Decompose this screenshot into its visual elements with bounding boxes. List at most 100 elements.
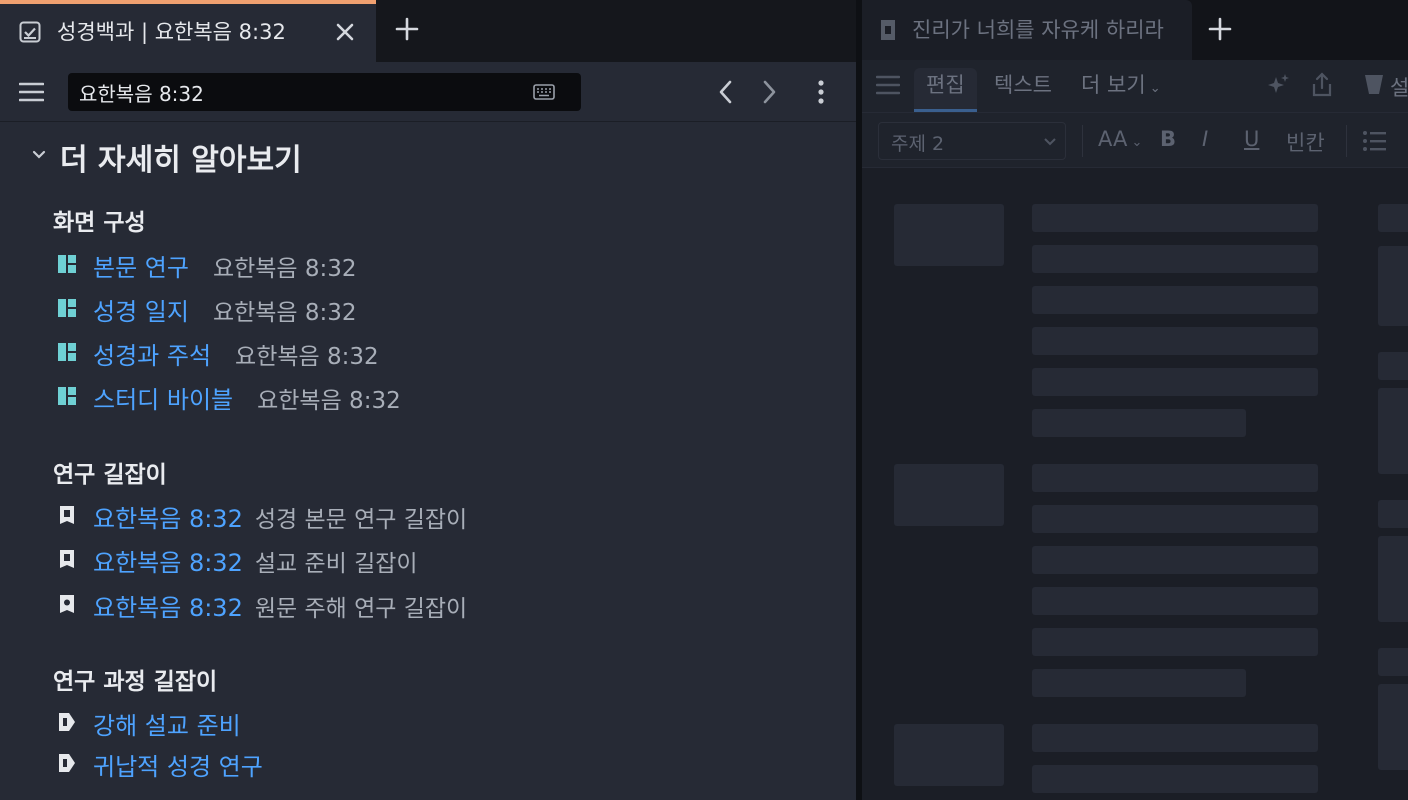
guide-icon — [60, 550, 74, 568]
layout-icon — [58, 343, 76, 361]
panel-reference: 요한복음 8:32 — [235, 344, 379, 370]
guide-link[interactable]: 요한복음 8:32 원문 주해 연구 길잡이 — [93, 588, 467, 623]
tab-text[interactable]: 텍스트 — [982, 68, 1064, 112]
panel-link[interactable]: 성경 일지 요한복음 8:32 — [93, 292, 357, 327]
guide-description: 성경 본문 연구 길잡이 — [254, 507, 468, 533]
keyboard-icon[interactable] — [533, 84, 555, 100]
guide-link[interactable]: 요한복음 8:32 설교 준비 길잡이 — [93, 543, 418, 578]
skeleton-block — [1378, 246, 1408, 326]
group-title: 화면 구성 — [53, 210, 146, 236]
highlight-bucket-icon[interactable] — [1362, 72, 1386, 98]
skeleton-line — [1032, 368, 1318, 396]
workflow-icon — [59, 713, 75, 731]
sparkle-icon[interactable] — [1266, 73, 1290, 97]
left-toolbar: 요한복음 8:32 — [0, 62, 856, 122]
workflow-icon — [59, 754, 75, 772]
format-toolbar: 주제 2 AA ⌄ B I U 빈칸 — [862, 112, 1408, 168]
document-icon — [881, 20, 895, 40]
layout-icon — [58, 299, 76, 317]
skeleton-line — [1378, 204, 1408, 232]
underline-button[interactable]: U — [1244, 127, 1259, 151]
add-tab-icon[interactable] — [395, 17, 419, 41]
layout-icon — [58, 255, 76, 273]
skeleton-line — [1032, 286, 1318, 314]
left-tab-bar: 성경백과 | 요한복음 8:32 — [0, 0, 856, 62]
chevron-down-icon[interactable] — [30, 147, 48, 163]
chevron-down-icon — [1044, 138, 1056, 146]
panel-reference: 요한복음 8:32 — [212, 300, 357, 326]
panel-reference: 요한복음 8:32 — [257, 388, 401, 414]
close-icon[interactable] — [334, 21, 356, 43]
left-pane: 성경백과 | 요한복음 8:32 요한복음 8:32 더 자세히 알아보기 화면… — [0, 0, 856, 800]
right-tab-title: 진리가 너희를 자유케 하리라 — [912, 18, 1164, 42]
right-pane: 진리가 너희를 자유케 하리라 편집 텍스트 더 보기 ⌄ 설 주제 2 AA … — [862, 0, 1408, 800]
forward-chevron-icon[interactable] — [758, 78, 780, 106]
checkbox-note-icon — [19, 21, 41, 43]
skeleton-line — [1032, 546, 1318, 574]
font-size-button[interactable]: AA ⌄ — [1098, 127, 1142, 151]
skeleton-line — [1032, 505, 1318, 533]
share-icon[interactable] — [1310, 72, 1334, 98]
chevron-down-icon: ⌄ — [1127, 135, 1143, 150]
skeleton-line — [1032, 327, 1318, 355]
skeleton-block — [894, 464, 1004, 526]
workflow-link[interactable]: 강해 설교 준비 — [93, 706, 241, 741]
add-tab-icon[interactable] — [1208, 17, 1232, 41]
skeleton-line — [1032, 409, 1246, 437]
panel-link[interactable]: 스터디 바이블 요한복음 8:32 — [93, 380, 401, 415]
toolbar-separator — [1082, 125, 1083, 157]
skeleton-line — [1032, 765, 1318, 793]
italic-button[interactable]: I — [1202, 127, 1208, 151]
paragraph-style-select[interactable]: 주제 2 — [878, 122, 1066, 160]
skeleton-block — [1378, 684, 1408, 770]
guide-content: 더 자세히 알아보기 화면 구성 본문 연구 요한복음 8:32 성경 일지 요… — [0, 123, 856, 800]
guide-description: 설교 준비 길잡이 — [254, 551, 418, 577]
bullet-list-icon[interactable] — [1362, 129, 1388, 153]
toolbar-separator — [1346, 125, 1347, 157]
group-title: 연구 길잡이 — [53, 462, 167, 488]
tab-title: 성경백과 | 요한복음 8:32 — [57, 20, 286, 44]
document-toolbar: 편집 텍스트 더 보기 ⌄ 설 — [862, 60, 1408, 112]
layout-icon — [58, 387, 76, 405]
back-chevron-icon[interactable] — [715, 78, 737, 106]
overflow-label[interactable]: 설 — [1390, 72, 1408, 102]
skeleton-line — [1032, 628, 1318, 656]
workflow-link[interactable]: 귀납적 성경 연구 — [93, 747, 263, 782]
tab-document[interactable]: 진리가 너희를 자유케 하리라 — [862, 0, 1192, 60]
reference-input[interactable]: 요한복음 8:32 — [68, 73, 581, 111]
more-vertical-icon[interactable] — [810, 78, 832, 106]
skeleton-block — [894, 724, 1004, 786]
guide-original-icon — [60, 595, 74, 613]
skeleton-line — [1032, 204, 1318, 232]
skeleton-line — [1032, 724, 1318, 752]
guide-link[interactable]: 요한복음 8:32 성경 본문 연구 길잡이 — [93, 499, 467, 534]
skeleton-line — [1378, 648, 1408, 676]
reference-input-value: 요한복음 8:32 — [79, 82, 204, 106]
skeleton-line — [1032, 669, 1246, 697]
guide-icon — [60, 506, 74, 524]
right-tab-bar: 진리가 너희를 자유케 하리라 — [862, 0, 1408, 60]
skeleton-line — [1032, 587, 1318, 615]
section-title: 더 자세히 알아보기 — [60, 143, 302, 178]
bold-button[interactable]: B — [1160, 127, 1176, 151]
tab-bible-encyclopedia[interactable]: 성경백과 | 요한복음 8:32 — [0, 0, 376, 62]
tab-edit[interactable]: 편집 — [914, 68, 977, 112]
skeleton-line — [1032, 245, 1318, 273]
hamburger-menu-icon[interactable] — [876, 74, 900, 96]
guide-description: 원문 주해 연구 길잡이 — [254, 596, 468, 622]
panel-link[interactable]: 본문 연구 요한복음 8:32 — [93, 248, 357, 283]
app-window: 성경백과 | 요한복음 8:32 요한복음 8:32 더 자세히 알아보기 화면… — [0, 0, 1408, 800]
paragraph-style-value: 주제 2 — [891, 133, 945, 155]
blank-button[interactable]: 빈칸 — [1286, 127, 1325, 157]
skeleton-block — [894, 204, 1004, 266]
panel-link[interactable]: 성경과 주석 요한복음 8:32 — [93, 336, 379, 371]
panel-reference: 요한복음 8:32 — [212, 256, 357, 282]
skeleton-line — [1378, 500, 1408, 528]
skeleton-block — [1378, 388, 1408, 474]
skeleton-line — [1032, 464, 1318, 492]
tab-more[interactable]: 더 보기 ⌄ — [1069, 68, 1173, 112]
group-title: 연구 과정 길잡이 — [53, 669, 218, 695]
chevron-down-icon: ⌄ — [1145, 81, 1161, 96]
hamburger-menu-icon[interactable] — [19, 80, 44, 104]
skeleton-line — [1378, 352, 1408, 380]
